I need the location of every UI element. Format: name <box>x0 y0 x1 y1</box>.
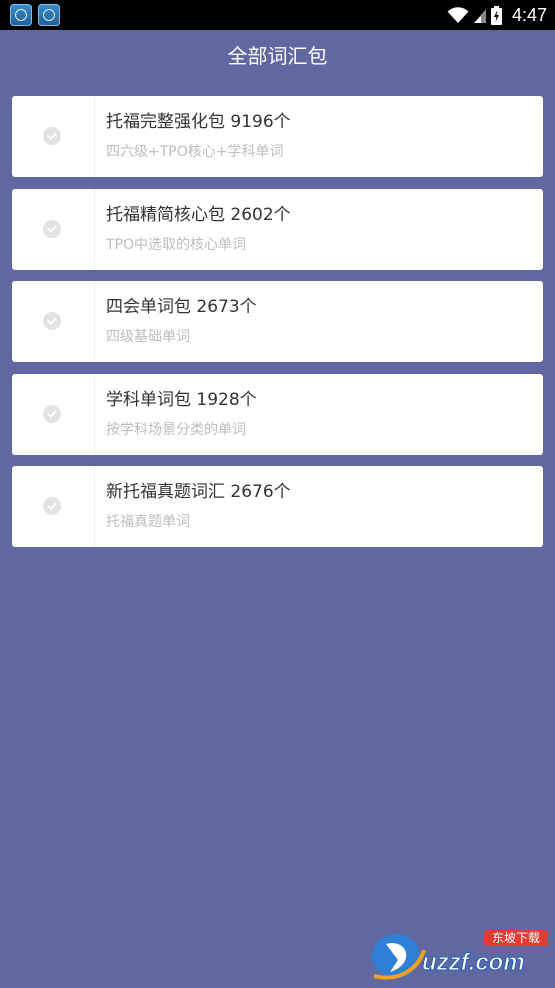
pack-card[interactable]: 新托福真题词汇 2676个 托福真题单词 <box>12 466 543 547</box>
check-icon[interactable] <box>43 404 61 423</box>
signal-icon <box>473 9 486 23</box>
check-column <box>12 96 95 177</box>
app-notification-icon <box>10 4 32 26</box>
app-notification-icon <box>38 4 60 26</box>
check-icon[interactable] <box>43 497 61 515</box>
pack-title: 四会单词包 2673个 <box>106 297 257 317</box>
watermark-text: uzzf.com <box>422 949 525 976</box>
pack-subtitle: 四六级+TPO核心+学科单词 <box>106 144 284 160</box>
check-column <box>12 281 95 362</box>
pack-subtitle: TPO中选取的核心单词 <box>106 236 247 253</box>
pack-card[interactable]: 托福完整强化包 9196个 四六级+TPO核心+学科单词 <box>12 96 543 177</box>
page-title: 全部词汇包 <box>227 44 328 68</box>
pack-subtitle: 四级基础单词 <box>106 329 190 345</box>
check-column <box>12 188 95 270</box>
pack-title: 托福完整强化包 9196个 <box>106 112 291 132</box>
check-icon[interactable] <box>43 127 61 145</box>
wifi-icon <box>447 7 469 23</box>
check-column <box>12 373 95 455</box>
pack-title: 学科单词包 1928个 <box>106 389 257 410</box>
check-column <box>12 466 95 547</box>
vocabulary-pack-list: 托福完整强化包 9196个 四六级+TPO核心+学科单词 托福精简核心包 260… <box>12 96 543 559</box>
check-icon[interactable] <box>43 312 61 330</box>
battery-icon <box>490 5 502 25</box>
pack-subtitle: 按学科场景分类的单词 <box>106 421 246 438</box>
status-bar: 4:47 <box>0 0 555 30</box>
watermark-badge: 东坡下载 <box>492 931 540 945</box>
pack-title: 托福精简核心包 2602个 <box>106 204 291 225</box>
check-icon[interactable] <box>43 219 61 238</box>
pack-card[interactable]: 托福精简核心包 2602个 TPO中选取的核心单词 <box>12 188 543 270</box>
pack-subtitle: 托福真题单词 <box>106 514 190 530</box>
pack-title: 新托福真题词汇 2676个 <box>106 482 291 502</box>
status-time: 4:47 <box>511 4 547 25</box>
watermark-logo: 东坡下载 uzzf.com <box>372 930 548 980</box>
pack-card[interactable]: 四会单词包 2673个 四级基础单词 <box>12 281 543 362</box>
pack-card[interactable]: 学科单词包 1928个 按学科场景分类的单词 <box>12 373 543 455</box>
